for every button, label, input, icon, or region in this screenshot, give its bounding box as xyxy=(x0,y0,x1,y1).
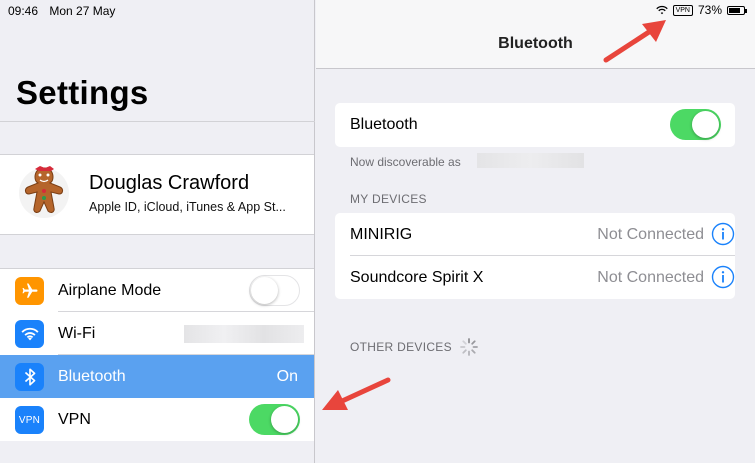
vpn-toggle[interactable] xyxy=(249,404,300,435)
gingerbread-avatar-icon xyxy=(19,166,69,218)
nav-bar: VPN 73% Bluetooth xyxy=(316,0,755,69)
redacted-device-name xyxy=(477,153,584,168)
vpn-icon: VPN xyxy=(15,406,44,434)
loading-spinner-icon xyxy=(460,338,478,356)
airplane-mode-toggle[interactable] xyxy=(249,275,300,306)
info-icon[interactable] xyxy=(711,222,735,246)
vpn-status-badge: VPN xyxy=(672,4,693,16)
sidebar-item-bluetooth[interactable]: Bluetooth On xyxy=(0,355,314,398)
bluetooth-toggle[interactable] xyxy=(670,109,721,140)
bluetooth-toggle-row: Bluetooth xyxy=(335,103,735,147)
apple-id-profile-row[interactable]: Douglas Crawford Apple ID, iCloud, iTune… xyxy=(0,154,314,235)
wifi-icon xyxy=(15,320,44,348)
settings-group: Airplane Mode Wi-Fi Bluetooth On VPN VPN xyxy=(0,268,314,441)
sidebar-item-label: Wi-Fi xyxy=(58,324,96,342)
device-row-minirig[interactable]: MINIRIG Not Connected xyxy=(335,213,735,256)
bluetooth-status-value: On xyxy=(276,367,298,385)
bluetooth-icon xyxy=(15,363,44,391)
sidebar-item-label: Airplane Mode xyxy=(58,281,162,299)
wifi-signal-icon xyxy=(655,5,668,15)
other-devices-header: OTHER DEVICES xyxy=(350,340,452,354)
sidebar-item-label: VPN xyxy=(58,410,91,428)
battery-icon xyxy=(727,5,747,15)
device-name: MINIRIG xyxy=(350,226,413,243)
sidebar-item-label: Bluetooth xyxy=(58,367,126,385)
status-bar-left: 09:46 Mon 27 May xyxy=(8,4,115,18)
discoverable-text: Now discoverable as xyxy=(350,155,461,169)
my-devices-header: MY DEVICES xyxy=(350,192,427,206)
my-devices-list: MINIRIG Not Connected Soundcore Spirit X… xyxy=(335,213,735,299)
profile-name: Douglas Crawford xyxy=(89,172,250,194)
divider xyxy=(0,121,315,122)
status-time: 09:46 xyxy=(8,4,39,18)
sidebar-item-airplane-mode[interactable]: Airplane Mode xyxy=(0,269,314,312)
bluetooth-detail-pane: VPN 73% Bluetooth Bluetooth Now discover… xyxy=(316,0,755,463)
bluetooth-toggle-label: Bluetooth xyxy=(350,116,418,133)
device-status: Not Connected xyxy=(597,269,704,286)
sidebar-item-wifi[interactable]: Wi-Fi xyxy=(0,312,314,355)
airplane-icon xyxy=(15,277,44,305)
status-date: Mon 27 May xyxy=(49,4,116,18)
redacted-network-name xyxy=(184,325,304,343)
status-bar-right: VPN 73% xyxy=(655,3,747,17)
nav-title: Bluetooth xyxy=(498,35,573,52)
settings-sidebar: 09:46 Mon 27 May Settings Douglas Crawfo… xyxy=(0,0,315,463)
sidebar-item-vpn[interactable]: VPN VPN xyxy=(0,398,314,441)
profile-subtitle: Apple ID, iCloud, iTunes & App St... xyxy=(89,200,286,214)
page-title: Settings xyxy=(16,74,149,111)
battery-percent: 73% xyxy=(697,3,722,17)
device-name: Soundcore Spirit X xyxy=(350,269,484,286)
info-icon[interactable] xyxy=(711,265,735,289)
device-row-soundcore[interactable]: Soundcore Spirit X Not Connected xyxy=(335,256,735,299)
device-status: Not Connected xyxy=(597,226,704,243)
